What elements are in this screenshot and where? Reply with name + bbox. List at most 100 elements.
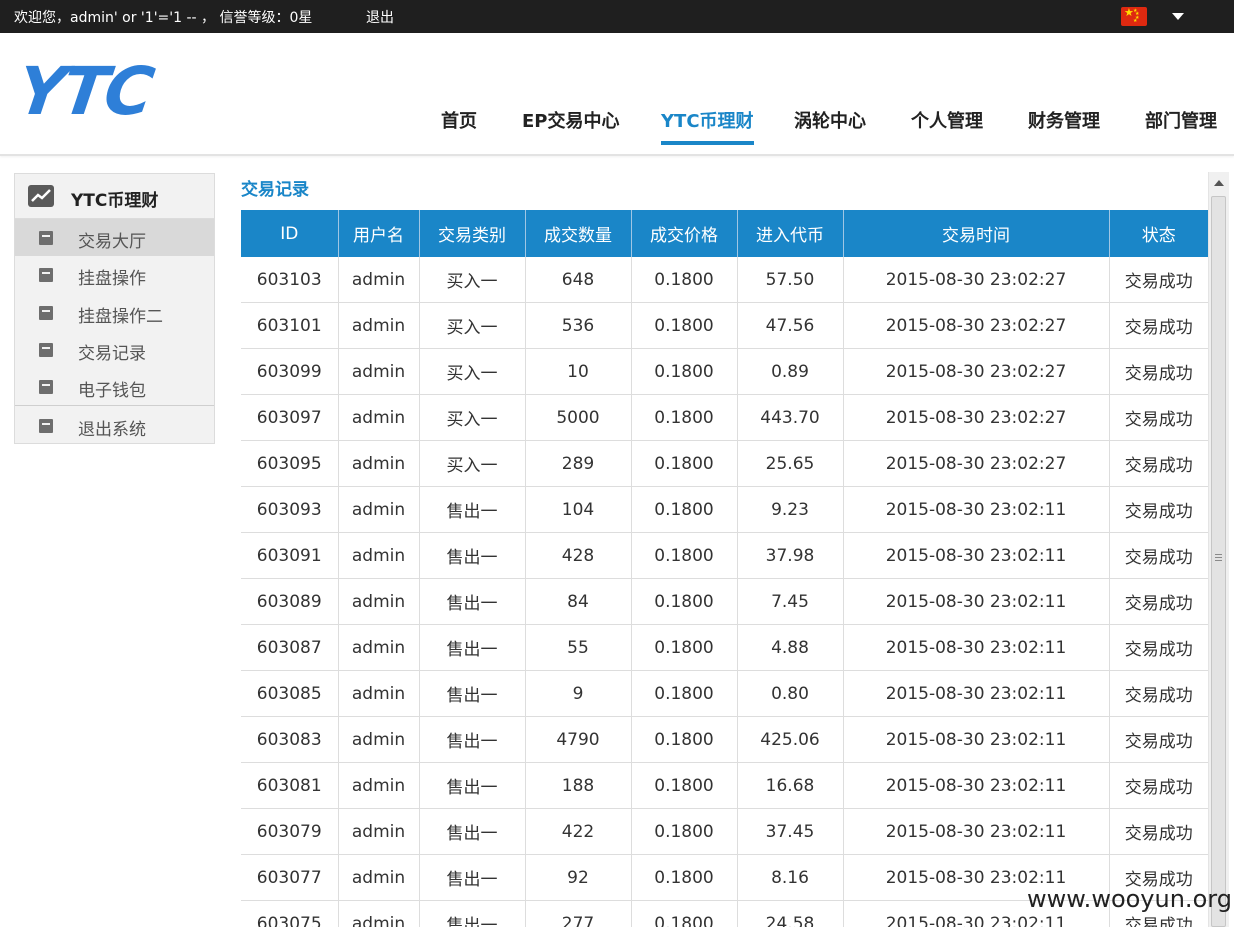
nav-item-ytc-finance[interactable]: YTC币理财 <box>661 107 754 145</box>
tokens-cell: 25.65 <box>737 440 844 487</box>
price-cell: 0.1800 <box>631 486 738 533</box>
price-cell: 0.1800 <box>631 348 738 395</box>
username-cell: admin <box>338 348 420 395</box>
status-cell: 交易成功 <box>1109 348 1208 395</box>
price-cell: 0.1800 <box>631 670 738 717</box>
status-cell: 交易成功 <box>1109 808 1208 855</box>
tokens-cell: 4.88 <box>737 624 844 671</box>
quantity-cell: 5000 <box>525 394 632 441</box>
username-cell: admin <box>338 394 420 441</box>
id-cell: 603083 <box>241 716 339 763</box>
trade-type-cell: 买入一 <box>419 348 526 395</box>
sidebar-item-label: 电子钱包 <box>78 381 146 401</box>
list-icon <box>39 380 53 394</box>
price-cell: 0.1800 <box>631 762 738 809</box>
nav-item-personal[interactable]: 个人管理 <box>911 107 983 141</box>
username-cell: admin <box>338 578 420 625</box>
caret-down-icon[interactable] <box>1172 13 1184 20</box>
china-flag-icon[interactable]: ★ ★ ★ ★ ★ <box>1121 7 1147 26</box>
sidebar-item-label: 挂盘操作二 <box>78 307 163 327</box>
price-cell: 0.1800 <box>631 900 738 927</box>
price-cell: 0.1800 <box>631 394 738 441</box>
username-cell: admin <box>338 624 420 671</box>
nav-item-ep-trading[interactable]: EP交易中心 <box>522 107 620 141</box>
nav-item-finance[interactable]: 财务管理 <box>1028 107 1100 141</box>
quantity-cell: 536 <box>525 302 632 349</box>
trade-time-cell: 2015-08-30 23:02:11 <box>843 578 1110 625</box>
id-cell: 603103 <box>241 257 339 303</box>
trade-type-cell: 售出一 <box>419 670 526 717</box>
table-row: 603093 admin 售出一 104 0.1800 9.23 2015-08-30 23… <box>241 486 1208 533</box>
tokens-cell: 425.06 <box>737 716 844 763</box>
table-row: 603095 admin 买入一 289 0.1800 25.65 2015-08-30 2… <box>241 440 1208 487</box>
quantity-cell: 188 <box>525 762 632 809</box>
table-row: 603083 admin 售出一 4790 0.1800 425.06 2015-08-30… <box>241 716 1208 763</box>
top-bar: 欢迎您，admin' or '1'='1 -- ， 信誉等级：0星 退出 ★ ★… <box>0 0 1234 33</box>
username-cell: admin <box>338 808 420 855</box>
main-nav: 首页 EP交易中心 YTC币理财 涡轮中心 个人管理 财务管理 部门管理 <box>0 107 1234 147</box>
quantity-cell: 4790 <box>525 716 632 763</box>
column-header-status: 状态 <box>1109 210 1208 257</box>
trade-time-cell: 2015-08-30 23:02:11 <box>843 762 1110 809</box>
sidebar-item-trade-records[interactable]: 交易记录 <box>15 331 214 368</box>
sidebar-item-order-operation[interactable]: 挂盘操作 <box>15 256 214 293</box>
scrollbar-thumb[interactable] <box>1211 196 1226 927</box>
table-row: 603081 admin 售出一 188 0.1800 16.68 2015-08-30 2… <box>241 762 1208 809</box>
trade-records-table: ID 用户名 交易类别 成交数量 成交价格 进入代币 交易时间 状态 60310… <box>241 210 1208 927</box>
username-cell: admin <box>338 532 420 579</box>
status-cell: 交易成功 <box>1109 257 1208 303</box>
status-cell: 交易成功 <box>1109 578 1208 625</box>
trade-type-cell: 售出一 <box>419 486 526 533</box>
trade-time-cell: 2015-08-30 23:02:11 <box>843 486 1110 533</box>
id-cell: 603087 <box>241 624 339 671</box>
status-cell: 交易成功 <box>1109 486 1208 533</box>
id-cell: 603085 <box>241 670 339 717</box>
sidebar-item-label: 交易记录 <box>78 344 146 364</box>
quantity-cell: 92 <box>525 854 632 901</box>
quantity-cell: 428 <box>525 532 632 579</box>
logout-link[interactable]: 退出 <box>366 7 394 27</box>
tokens-cell: 37.45 <box>737 808 844 855</box>
trade-time-cell: 2015-08-30 23:02:11 <box>843 716 1110 763</box>
quantity-cell: 277 <box>525 900 632 927</box>
welcome-text: 欢迎您，admin' or '1'='1 -- ， 信誉等级：0星 <box>14 10 313 26</box>
sidebar-item-trading-hall[interactable]: 交易大厅 <box>15 219 214 256</box>
quantity-cell: 84 <box>525 578 632 625</box>
scrollbar[interactable] <box>1208 172 1229 927</box>
table-row: 603087 admin 售出一 55 0.1800 4.88 2015-08-30 23:… <box>241 624 1208 671</box>
tokens-cell: 24.58 <box>737 900 844 927</box>
list-icon <box>39 268 53 282</box>
list-icon <box>39 306 53 320</box>
nav-item-turbine-center[interactable]: 涡轮中心 <box>794 107 866 141</box>
trade-time-cell: 2015-08-30 23:02:27 <box>843 302 1110 349</box>
username-cell: admin <box>338 440 420 487</box>
trade-type-cell: 买入一 <box>419 257 526 303</box>
sidebar-item-exit-system[interactable]: 退出系统 <box>15 407 214 444</box>
column-header-price: 成交价格 <box>631 210 738 257</box>
sidebar-item-label: 挂盘操作 <box>78 269 146 289</box>
price-cell: 0.1800 <box>631 440 738 487</box>
nav-item-home[interactable]: 首页 <box>441 107 477 141</box>
username-cell: admin <box>338 854 420 901</box>
tokens-cell: 16.68 <box>737 762 844 809</box>
table-header-row: ID 用户名 交易类别 成交数量 成交价格 进入代币 交易时间 状态 <box>241 210 1208 257</box>
table-row: 603091 admin 售出一 428 0.1800 37.98 2015-08-30 2… <box>241 532 1208 579</box>
trade-time-cell: 2015-08-30 23:02:11 <box>843 624 1110 671</box>
price-cell: 0.1800 <box>631 716 738 763</box>
nav-item-department[interactable]: 部门管理 <box>1145 107 1217 141</box>
tokens-cell: 47.56 <box>737 302 844 349</box>
id-cell: 603075 <box>241 900 339 927</box>
table-row: 603079 admin 售出一 422 0.1800 37.45 2015-08-30 2… <box>241 808 1208 855</box>
sidebar-item-order-operation-two[interactable]: 挂盘操作二 <box>15 294 214 331</box>
table-row: 603099 admin 买入一 10 0.1800 0.89 2015-08-30 23:… <box>241 348 1208 395</box>
sidebar-item-e-wallet[interactable]: 电子钱包 <box>15 368 214 405</box>
status-cell: 交易成功 <box>1109 532 1208 579</box>
tokens-cell: 0.89 <box>737 348 844 395</box>
price-cell: 0.1800 <box>631 532 738 579</box>
page-title: 交易记录 <box>241 180 309 200</box>
trade-type-cell: 售出一 <box>419 808 526 855</box>
price-cell: 0.1800 <box>631 808 738 855</box>
table-row: 603103 admin 买入一 648 0.1800 57.50 2015-08-30 2… <box>241 257 1208 303</box>
scroll-up-arrow-icon[interactable] <box>1214 180 1224 186</box>
column-header-trade-time: 交易时间 <box>843 210 1110 257</box>
